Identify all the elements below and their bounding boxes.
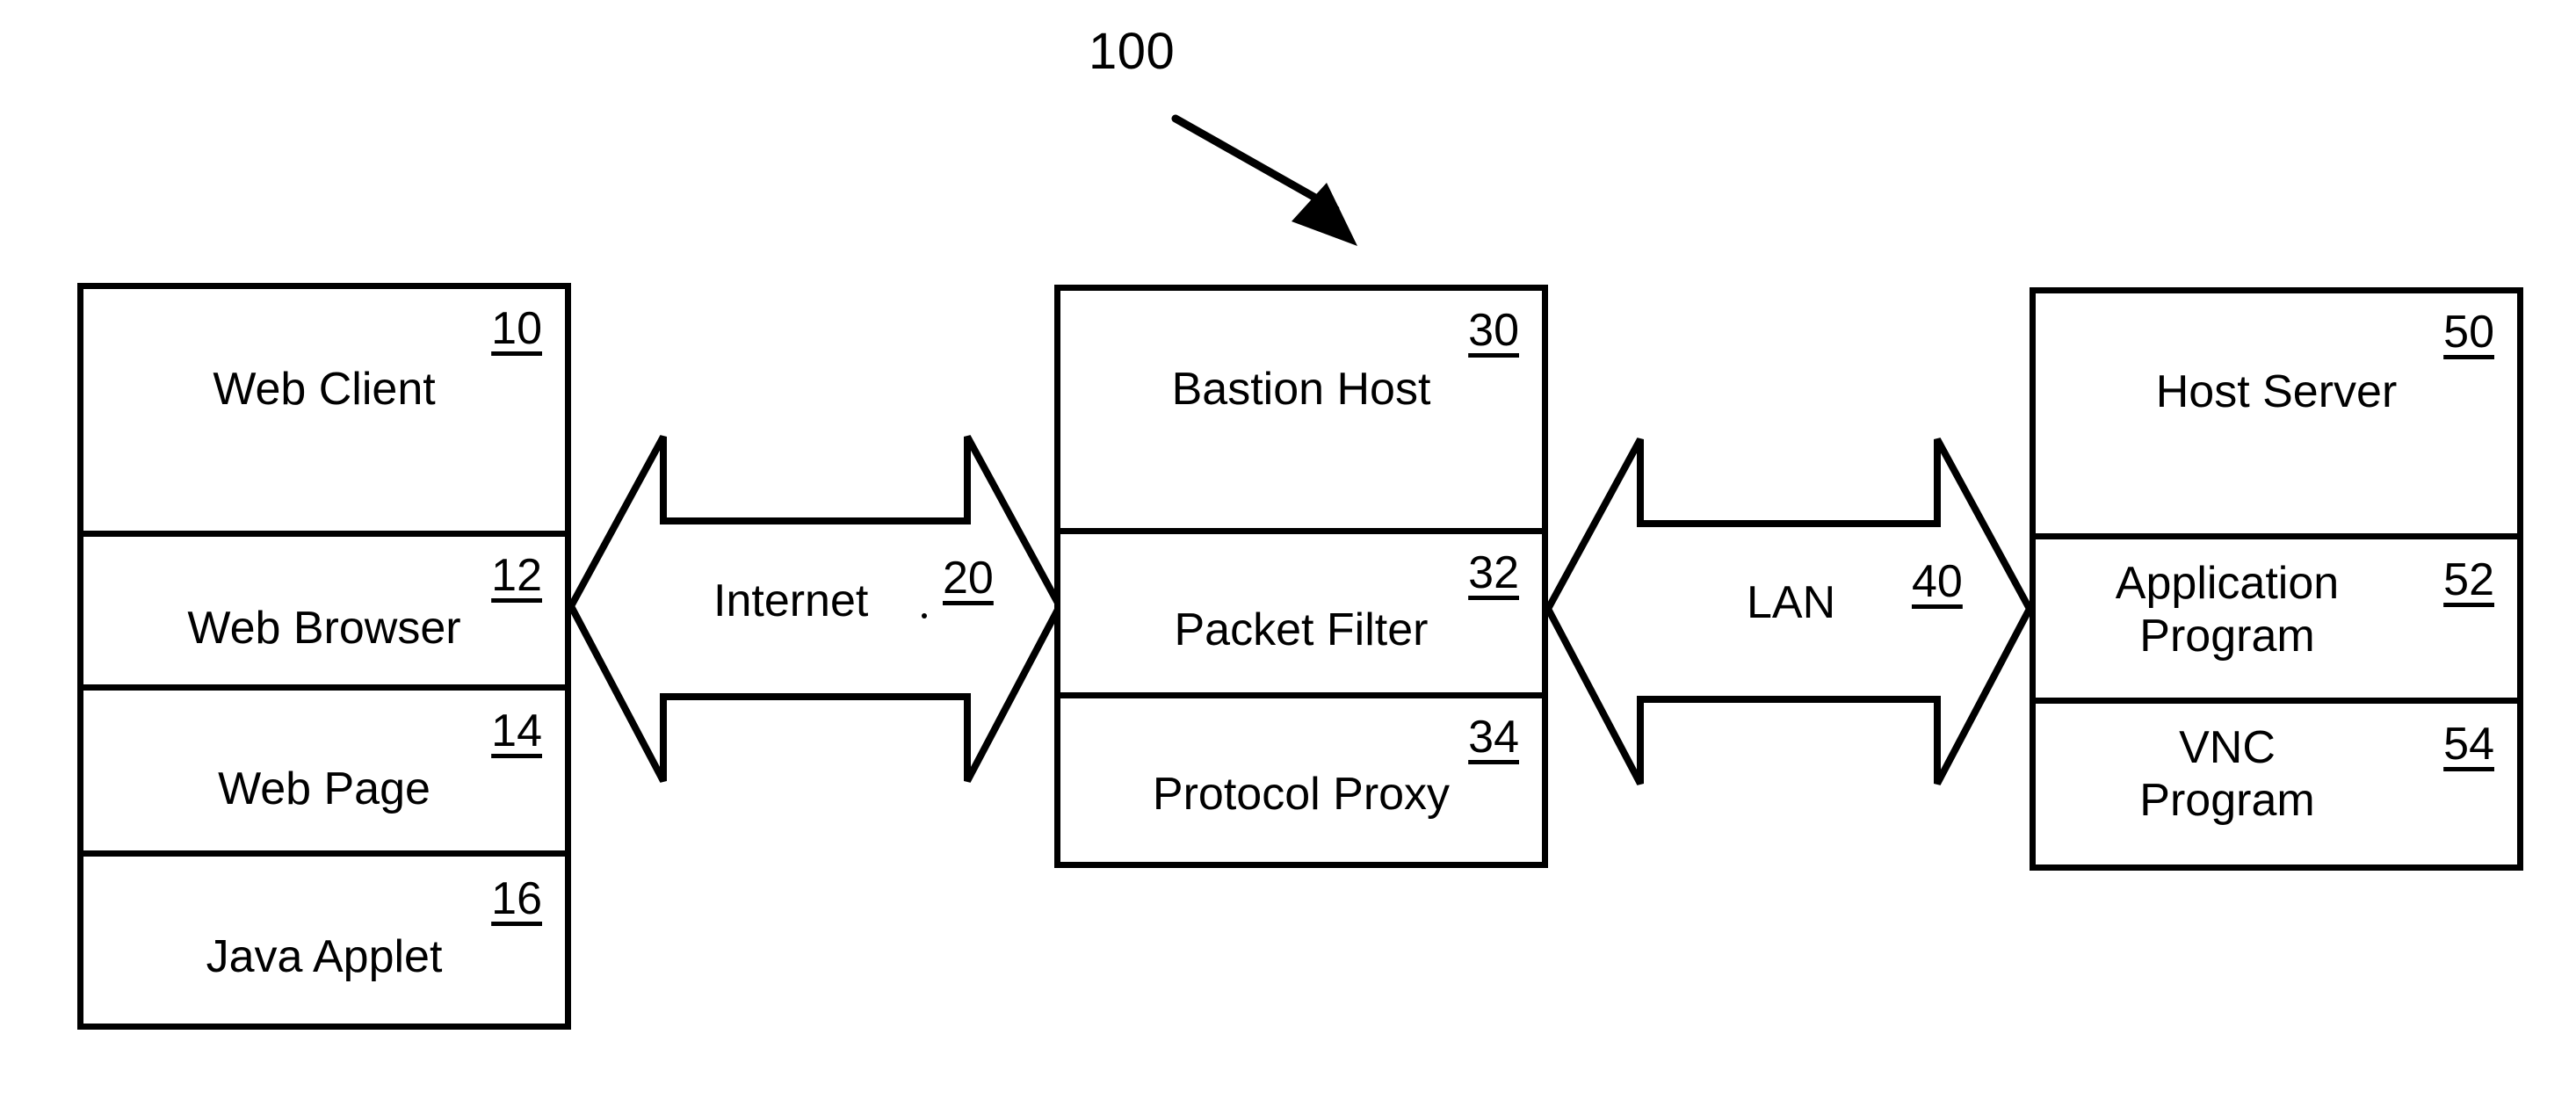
protocol-proxy-ref: 34 <box>1468 712 1519 763</box>
host-server-box: 50 Host Server 52 Application Program 54… <box>2030 287 2523 871</box>
packet-filter-label: Packet Filter <box>1174 604 1429 655</box>
lan-connector-ref: 40 <box>1912 556 1963 607</box>
web-client-ref: 10 <box>491 303 542 354</box>
patent-figure-canvas: 100 10 Web Client 12 Web Browser 14 Web … <box>0 0 2576 1114</box>
web-browser-row: 12 Web Browser <box>83 537 565 691</box>
internet-connector-label: Internet <box>713 575 869 626</box>
java-applet-row: 16 Java Applet <box>83 857 565 1024</box>
vnc-program-label: VNC Program <box>2139 722 2315 826</box>
internet-label-dot <box>922 613 927 618</box>
bastion-host-ref: 30 <box>1468 305 1519 356</box>
application-program-label: Application Program <box>2115 558 2340 662</box>
java-applet-ref: 16 <box>491 873 542 924</box>
lan-connector-label: LAN <box>1747 577 1836 628</box>
vnc-program-ref: 54 <box>2443 719 2494 770</box>
bastion-host-label: Bastion Host <box>1171 364 1431 415</box>
vnc-program-row: 54 VNC Program <box>2036 704 2517 864</box>
host-server-row: 50 Host Server <box>2036 293 2517 539</box>
java-applet-label: Java Applet <box>206 931 443 982</box>
packet-filter-ref: 32 <box>1468 547 1519 598</box>
web-page-ref: 14 <box>491 705 542 756</box>
web-page-label: Web Page <box>218 763 431 814</box>
web-client-label: Web Client <box>213 364 436 415</box>
internet-connector-ref: 20 <box>943 553 994 604</box>
protocol-proxy-row: 34 Protocol Proxy <box>1060 698 1542 862</box>
figure-leader-arrow-icon <box>1169 114 1397 246</box>
packet-filter-row: 32 Packet Filter <box>1060 534 1542 698</box>
web-browser-label: Web Browser <box>187 603 461 654</box>
web-page-row: 14 Web Page <box>83 691 565 857</box>
application-program-row: 52 Application Program <box>2036 539 2517 704</box>
application-program-ref: 52 <box>2443 554 2494 605</box>
web-browser-ref: 12 <box>491 550 542 601</box>
host-server-ref: 50 <box>2443 307 2494 358</box>
bastion-host-row: 30 Bastion Host <box>1060 291 1542 534</box>
figure-number-label: 100 <box>1089 23 1176 80</box>
host-server-label: Host Server <box>2155 366 2398 417</box>
bastion-host-box: 30 Bastion Host 32 Packet Filter 34 Prot… <box>1054 285 1548 868</box>
web-client-box: 10 Web Client 12 Web Browser 14 Web Page… <box>77 283 571 1030</box>
web-client-row: 10 Web Client <box>83 289 565 537</box>
protocol-proxy-label: Protocol Proxy <box>1152 769 1451 820</box>
